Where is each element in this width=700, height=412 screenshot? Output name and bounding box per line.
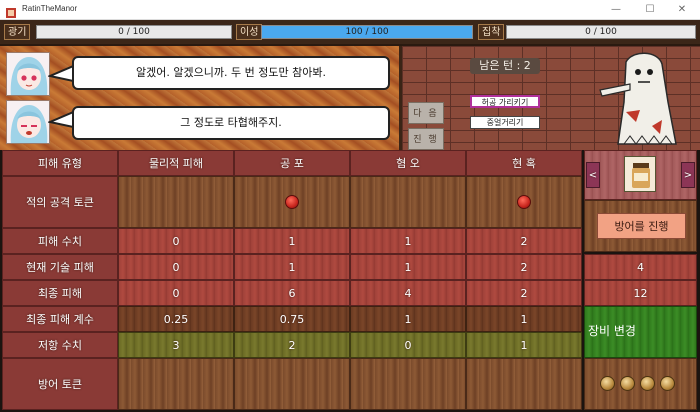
reason-label: 이성 bbox=[236, 24, 263, 40]
table-cell bbox=[350, 176, 466, 228]
close-button[interactable]: ✕ bbox=[666, 0, 698, 20]
table-cell: 0 bbox=[350, 332, 466, 358]
table-cell bbox=[234, 176, 350, 228]
table-cell bbox=[234, 358, 350, 410]
obsession-bar: 0 / 100 bbox=[506, 25, 696, 39]
table-cell: 1 bbox=[350, 228, 466, 254]
obsession-label: 집착 bbox=[478, 24, 505, 40]
carousel-prev-button[interactable]: < bbox=[586, 162, 600, 188]
table-cell: 2 bbox=[234, 332, 350, 358]
table-cell bbox=[118, 358, 234, 410]
defense-coin-icon[interactable] bbox=[660, 376, 675, 391]
table-cell: 1 bbox=[466, 306, 582, 332]
table-cell: 1 bbox=[350, 306, 466, 332]
table-header-type: 피해 유형 bbox=[2, 150, 118, 176]
table-cell: 0.25 bbox=[118, 306, 234, 332]
table-cell bbox=[466, 358, 582, 410]
table-cell: 2 bbox=[466, 228, 582, 254]
enemy-skill-mutter[interactable]: 중얼거리기 bbox=[470, 116, 540, 129]
table-cell: 1 bbox=[234, 254, 350, 280]
character-portrait-2 bbox=[6, 100, 50, 144]
table-cell: 2 bbox=[466, 254, 582, 280]
carousel-next-button[interactable]: > bbox=[681, 162, 695, 188]
defense-coin-icon[interactable] bbox=[600, 376, 615, 391]
obsession-value: 0 / 100 bbox=[585, 27, 617, 37]
madness-value: 0 / 100 bbox=[118, 27, 150, 37]
enemy-skill-point[interactable]: 허공 가리키기 bbox=[470, 95, 540, 108]
ghost-enemy bbox=[596, 52, 692, 152]
row-label: 적의 공격 토큰 bbox=[2, 176, 118, 228]
row-label: 방어 토큰 bbox=[2, 358, 118, 410]
side-value: 4 bbox=[584, 254, 697, 280]
row-label: 현재 기술 피해 bbox=[2, 254, 118, 280]
table-header-4: 현 혹 bbox=[466, 150, 582, 176]
side-value: 12 bbox=[584, 280, 697, 306]
table-cell: 1 bbox=[234, 228, 350, 254]
reason-bar: 100 / 100 bbox=[261, 25, 473, 39]
table-cell: 1 bbox=[350, 254, 466, 280]
maximize-button[interactable]: ☐ bbox=[634, 0, 666, 20]
attack-token-icon bbox=[517, 195, 531, 209]
row-label: 최종 피해 bbox=[2, 280, 118, 306]
character-portrait bbox=[6, 52, 50, 96]
madness-bar: 0 / 100 bbox=[36, 25, 232, 39]
table-header-2: 공 포 bbox=[234, 150, 350, 176]
table-cell bbox=[350, 358, 466, 410]
defend-button[interactable]: 방어를 진행 bbox=[597, 213, 686, 239]
dialogue-line-2: 그 정도로 타협해주지. bbox=[72, 106, 390, 140]
table-cell: 4 bbox=[350, 280, 466, 306]
defense-coin-icon[interactable] bbox=[640, 376, 655, 391]
row-label: 피해 수치 bbox=[2, 228, 118, 254]
table-cell: 0.75 bbox=[234, 306, 350, 332]
table-header-3: 혐 오 bbox=[350, 150, 466, 176]
turns-remaining: 남은 턴 : 2 bbox=[470, 58, 540, 74]
dialogue-line-1: 알겠어. 알겠으니까. 두 번 정도만 참아봐. bbox=[72, 56, 390, 90]
table-cell: 0 bbox=[118, 228, 234, 254]
attack-token-icon bbox=[285, 195, 299, 209]
table-cell bbox=[118, 176, 234, 228]
minimize-button[interactable]: — bbox=[600, 0, 632, 20]
table-cell: 0 bbox=[118, 254, 234, 280]
row-label: 최종 피해 계수 bbox=[2, 306, 118, 332]
table-cell bbox=[466, 176, 582, 228]
window-title: RatinTheManor bbox=[22, 4, 78, 13]
row-label: 저항 수치 bbox=[2, 332, 118, 358]
proceed-button[interactable]: 진 행 bbox=[408, 128, 444, 150]
table-header-1: 물리적 피해 bbox=[118, 150, 234, 176]
reason-value: 100 / 100 bbox=[345, 27, 389, 37]
equipment-change-label[interactable]: 장비 변경 bbox=[588, 322, 636, 339]
table-cell: 1 bbox=[466, 332, 582, 358]
equipment-item[interactable] bbox=[624, 156, 656, 192]
table-cell: 3 bbox=[118, 332, 234, 358]
madness-label: 광기 bbox=[4, 24, 31, 40]
table-cell: 2 bbox=[466, 280, 582, 306]
table-cell: 0 bbox=[118, 280, 234, 306]
table-cell: 6 bbox=[234, 280, 350, 306]
jar-icon bbox=[632, 163, 650, 188]
window-titlebar bbox=[0, 0, 700, 20]
app-icon bbox=[5, 4, 17, 18]
next-button[interactable]: 다 음 bbox=[408, 102, 444, 124]
defense-coin-icon[interactable] bbox=[620, 376, 635, 391]
